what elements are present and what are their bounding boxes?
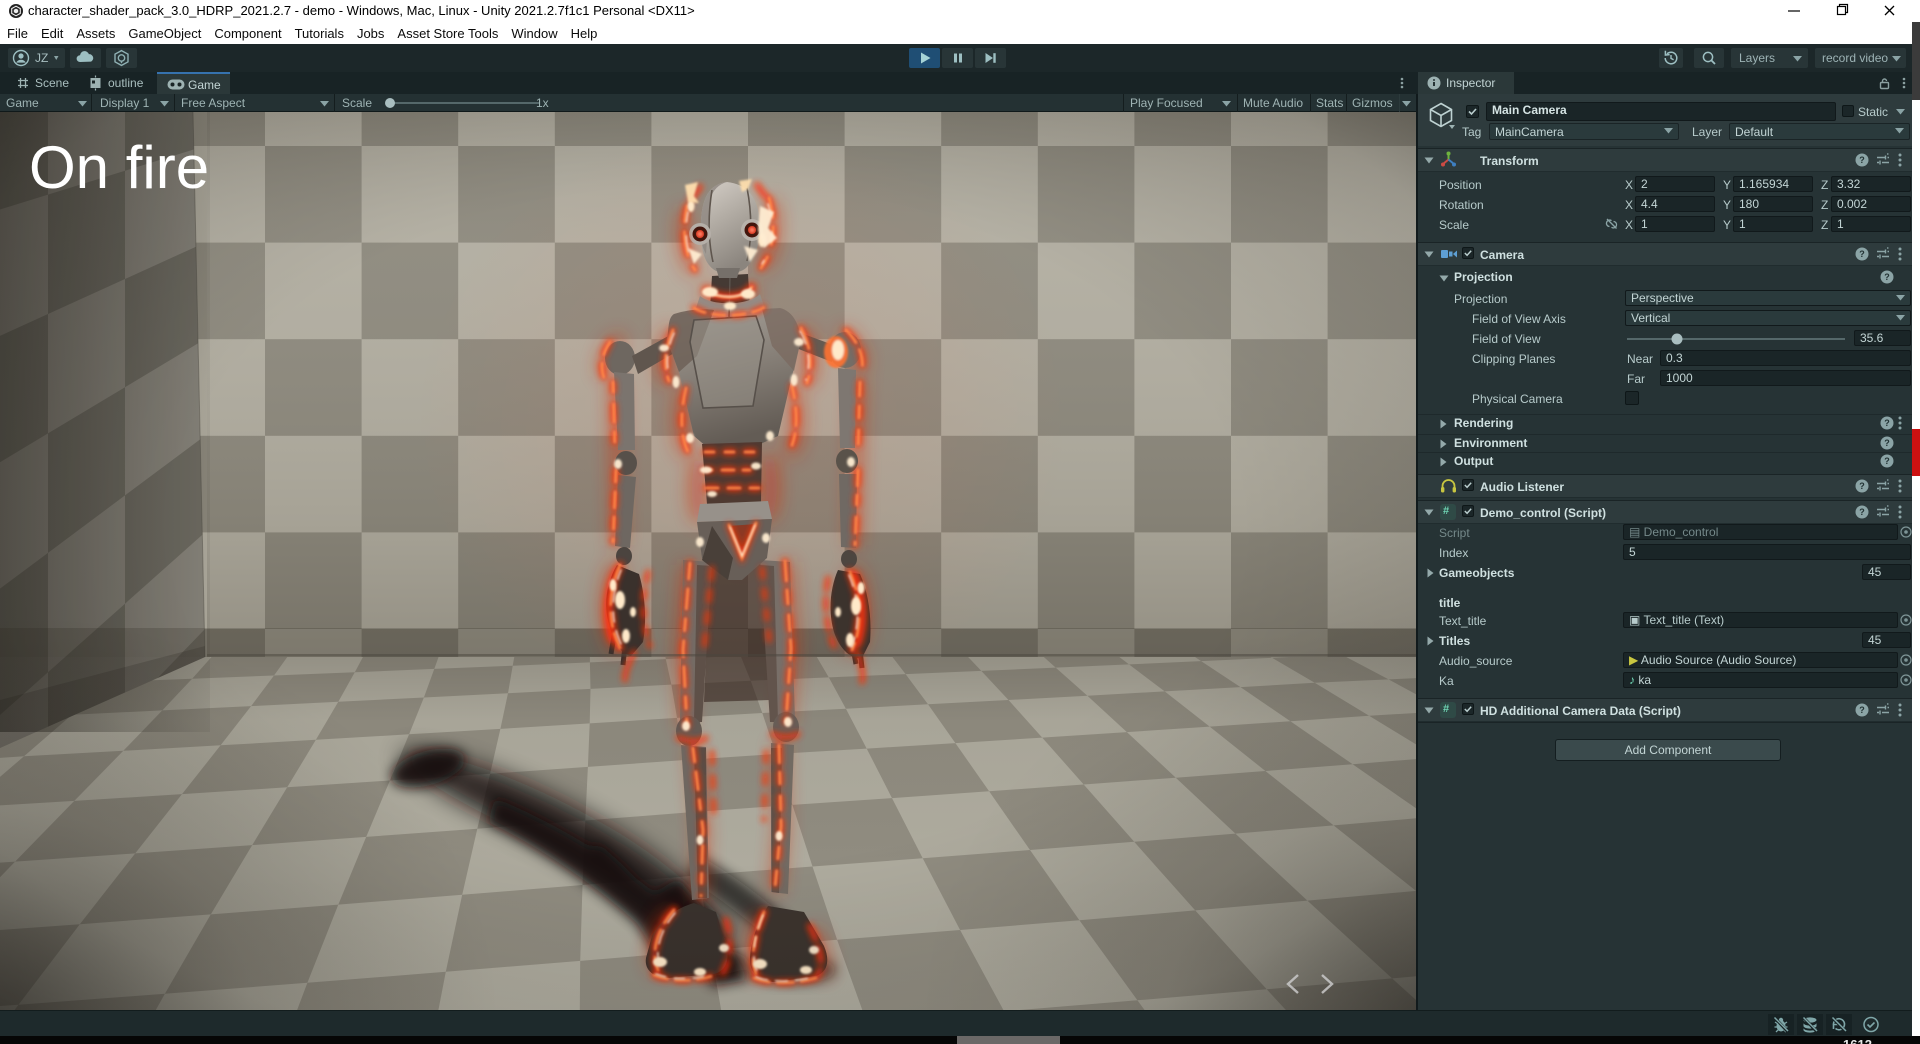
svg-text:?: ? [1884,438,1890,448]
svg-text:?: ? [1884,272,1890,282]
svg-text:?: ? [1884,418,1890,428]
svg-text:?: ? [1859,705,1865,715]
svg-text:?: ? [1884,456,1890,466]
svg-text:?: ? [1859,155,1865,165]
svg-text:?: ? [1859,507,1865,517]
svg-text:JZ: JZ [35,51,48,65]
svg-text:?: ? [1859,249,1865,259]
svg-text:?: ? [1859,481,1865,491]
